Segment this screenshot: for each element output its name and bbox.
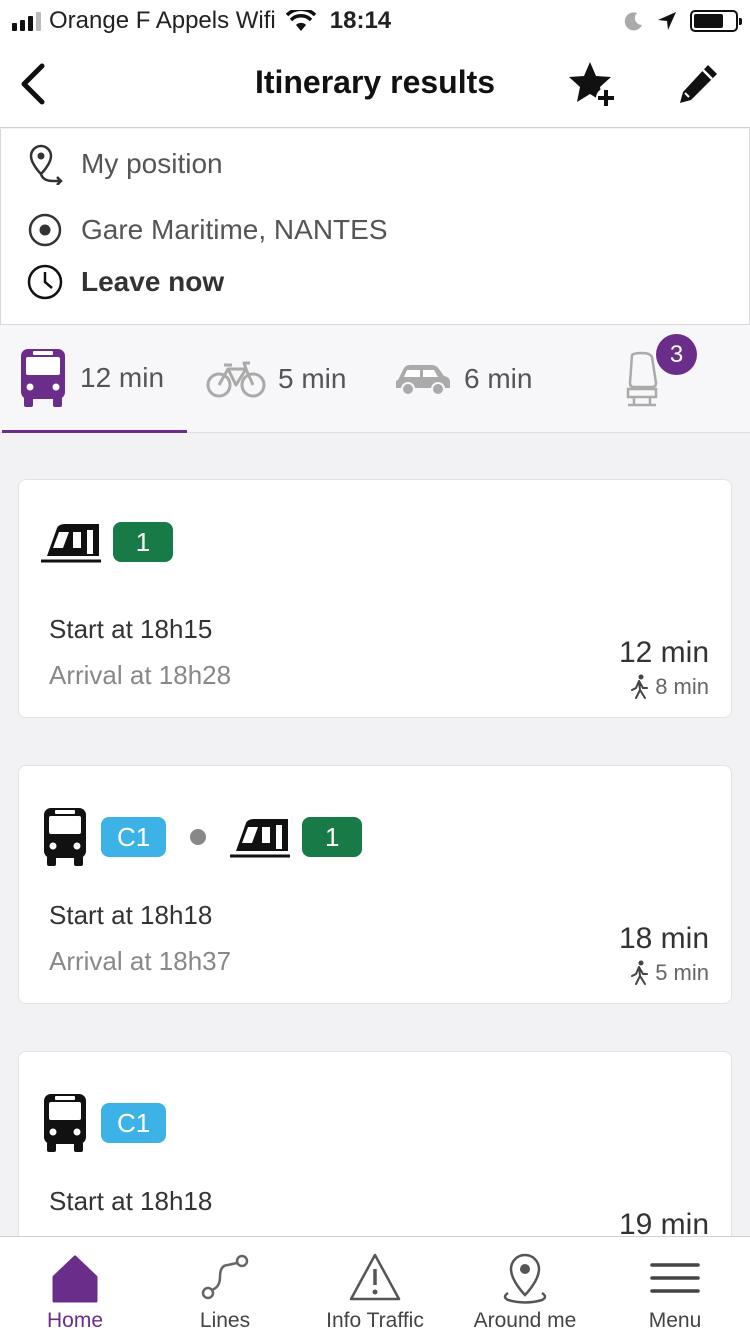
signal-icon: [12, 11, 41, 31]
line-badge-tram: 1: [113, 522, 173, 562]
line-badge-bus: C1: [101, 1103, 167, 1143]
page-title: Itinerary results: [254, 64, 496, 100]
walk-duration: 5 min: [629, 960, 709, 986]
walk-duration-text: 5 min: [655, 960, 709, 985]
origin-pin-icon: [29, 144, 63, 185]
destination-target-icon: [28, 213, 62, 247]
line-sequence: 1: [41, 520, 173, 564]
arrival-time: Arrival at 18h37: [49, 946, 232, 976]
tram-icon: [230, 819, 291, 858]
bus-icon: [44, 1094, 86, 1152]
clock-icon: [27, 264, 63, 300]
transit-duration: 12 min: [80, 361, 165, 393]
trip-duration: 12 min: [618, 636, 709, 669]
start-time: Start at 18h15: [49, 614, 213, 644]
nav-lines[interactable]: Lines: [150, 1237, 300, 1334]
options-count-badge: 3: [656, 334, 697, 375]
line-sequence: C1: [41, 1092, 167, 1154]
departure-text: Leave now: [81, 266, 225, 297]
nav-around-me[interactable]: Around me: [450, 1237, 600, 1334]
nav-home-label: Home: [46, 1309, 104, 1332]
location-pin-icon: [503, 1253, 547, 1304]
walk-duration-text: 8 min: [655, 674, 709, 699]
itinerary-result-card[interactable]: C1 1 Start at 18h18 Arrival at 18h37 18 …: [18, 765, 732, 1004]
origin-field[interactable]: My position: [25, 143, 223, 185]
connection-dot: [190, 829, 207, 845]
carrier-name: Orange F Appels Wifi: [49, 7, 276, 34]
bike-duration: 5 min: [278, 363, 347, 394]
tab-car[interactable]: 6 min: [394, 325, 564, 433]
departure-time-field[interactable]: Leave now: [25, 261, 224, 303]
car-duration: 6 min: [464, 363, 533, 394]
tab-transit[interactable]: 12 min: [2, 325, 187, 433]
bus-icon: [21, 348, 65, 407]
favorite-add-icon[interactable]: [566, 58, 620, 112]
origin-text: My position: [81, 148, 223, 179]
walk-icon: [631, 960, 649, 985]
destination-text: Gare Maritime, NANTES: [81, 214, 388, 245]
itinerary-result-card[interactable]: 1 Start at 18h15 Arrival at 18h28 12 min…: [18, 479, 732, 718]
nav-home[interactable]: Home: [0, 1237, 150, 1334]
tab-bike[interactable]: 5 min: [206, 325, 366, 433]
hamburger-menu-icon: [650, 1263, 700, 1293]
itinerary-search-panel: My position Gare Maritime, NANTES Leave …: [0, 129, 750, 325]
nav-menu[interactable]: Menu: [600, 1237, 750, 1334]
moon-icon: [624, 12, 642, 31]
walk-icon: [631, 674, 649, 699]
edit-icon[interactable]: [674, 60, 722, 108]
battery-icon: [690, 10, 742, 32]
app-header: Itinerary results: [0, 42, 750, 128]
walk-duration: 8 min: [629, 674, 709, 700]
line-badge-tram: 1: [302, 817, 363, 857]
start-time: Start at 18h18: [49, 1186, 213, 1216]
status-time: 18:14: [329, 7, 392, 34]
location-arrow-icon: [658, 12, 676, 30]
trip-duration: 18 min: [618, 922, 709, 955]
route-icon: [201, 1254, 249, 1300]
wifi-icon: [285, 10, 316, 31]
bottom-navigation: Home Lines Info Traffic Around me Menu: [0, 1236, 750, 1334]
start-time: Start at 18h18: [49, 900, 213, 930]
bus-icon: [44, 808, 86, 866]
nav-info-traffic[interactable]: Info Traffic: [300, 1237, 450, 1334]
arrival-time: Arrival at 18h28: [49, 660, 232, 690]
destination-field[interactable]: Gare Maritime, NANTES: [25, 209, 388, 251]
nav-menu-label: Menu: [648, 1309, 702, 1332]
nav-around-me-label: Around me: [473, 1309, 577, 1332]
status-bar: Orange F Appels Wifi 18:14: [0, 0, 750, 42]
line-badge-bus: C1: [101, 817, 167, 857]
line-sequence: C1 1: [41, 806, 363, 868]
nav-info-traffic-label: Info Traffic: [326, 1309, 424, 1332]
tram-icon: [41, 524, 101, 563]
car-icon: [396, 365, 450, 396]
bike-icon: [206, 361, 266, 398]
home-icon: [52, 1255, 98, 1303]
warning-icon: [349, 1253, 401, 1301]
nav-lines-label: Lines: [199, 1309, 251, 1332]
transport-mode-tabs: 12 min 5 min 6 min: [0, 325, 750, 433]
